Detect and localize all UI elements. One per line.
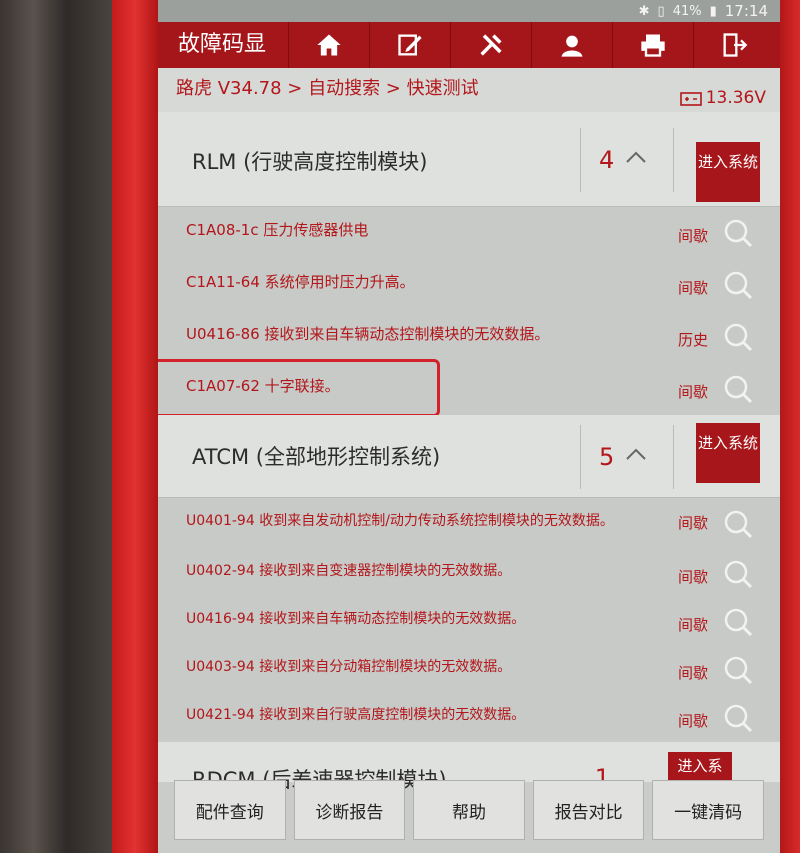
dtc-status: 间歇: [677, 227, 708, 245]
search-icon[interactable]: [722, 558, 754, 590]
vibrate-icon: ▯: [657, 3, 665, 19]
exit-button[interactable]: [693, 22, 774, 68]
section-name: ATCM (全部地形控制系统): [192, 445, 441, 469]
support-button[interactable]: [531, 22, 612, 68]
chevron-up-icon: [626, 448, 646, 460]
search-icon[interactable]: [722, 508, 754, 540]
home-button[interactable]: [288, 22, 369, 68]
search-icon[interactable]: [722, 269, 754, 301]
clear-codes-button[interactable]: 一键清码: [652, 780, 764, 840]
dtc-text: U0416-86 接收到来自车辆动态控制模块的无效数据。: [186, 325, 550, 343]
tools-icon: [480, 34, 502, 56]
dtc-text: U0402-94 接收到来自变速器控制模块的无效数据。: [186, 563, 512, 579]
voltage-value: 13.36V: [705, 88, 766, 108]
battery-icon: ▮: [709, 3, 717, 19]
battery-percent: 41%: [672, 3, 702, 19]
section-count-toggle[interactable]: 5: [580, 425, 674, 489]
search-icon[interactable]: [722, 373, 754, 405]
dtc-row[interactable]: U0402-94 接收到来自变速器控制模块的无效数据。 间歇: [158, 548, 780, 596]
dtc-row[interactable]: U0416-94 接收到来自车辆动态控制模块的无效数据。 间歇: [158, 596, 780, 644]
dtc-text: U0403-94 接收到来自分动箱控制模块的无效数据。: [186, 659, 512, 675]
home-icon: [317, 34, 341, 56]
dtc-row[interactable]: C1A11-64 系统停用时压力升高。 间歇: [158, 259, 780, 311]
dtc-row[interactable]: C1A08-1c 压力传感器供电 间歇: [158, 207, 780, 259]
top-toolbar: 故障码显: [158, 22, 780, 68]
section-count: 4: [599, 146, 615, 174]
dtc-status: 间歇: [677, 616, 708, 634]
section-header-rlm[interactable]: RLM (行驶高度控制模块) 4 进入系统: [158, 112, 780, 207]
dtc-row[interactable]: C1A07-62 十字联接。 间歇: [158, 359, 780, 417]
breadcrumb: 路虎 V34.78 > 自动搜索 > 快速测试 13.36V: [158, 68, 780, 112]
dtc-row[interactable]: U0401-94 收到来自发动机控制/动力传动系统控制模块的无效数据。 间歇: [158, 498, 780, 548]
section-count-toggle[interactable]: 4: [580, 128, 674, 192]
dtc-text: C1A11-64 系统停用时压力升高。: [186, 273, 415, 291]
device-bezel-left: [0, 0, 112, 853]
edit-button[interactable]: [369, 22, 450, 68]
clock: 17:14: [724, 2, 768, 20]
enter-system-button[interactable]: 进入系: [668, 752, 732, 782]
dtc-row[interactable]: U0416-86 接收到来自车辆动态控制模块的无效数据。 历史: [158, 311, 780, 363]
dtc-status: 间歇: [677, 568, 708, 586]
voltage-readout: 13.36V: [679, 88, 766, 108]
dtc-status: 间歇: [677, 514, 708, 532]
page-title: 故障码显: [178, 32, 267, 57]
section-count: 5: [599, 443, 615, 471]
enter-system-button[interactable]: 进入系统: [696, 142, 760, 202]
battery-voltage-icon: [679, 92, 702, 106]
dtc-status: 间歇: [677, 279, 708, 297]
search-icon[interactable]: [722, 217, 754, 249]
search-icon[interactable]: [722, 654, 754, 686]
chevron-up-icon: [626, 151, 646, 163]
breadcrumb-path: 路虎 V34.78 > 自动搜索 > 快速测试: [176, 78, 479, 99]
screen: ✱ ▯ 41% ▮ 17:14 故障码显 路虎 V34.78 > 自动搜索 > …: [158, 0, 780, 853]
section-name: RLM (行驶高度控制模块): [192, 150, 428, 174]
dtc-status: 历史: [677, 331, 708, 349]
dtc-status: 间歇: [677, 383, 708, 401]
status-bar: ✱ ▯ 41% ▮ 17:14: [158, 0, 780, 22]
print-icon: [641, 34, 665, 57]
dtc-text: U0416-94 接收到来自车辆动态控制模块的无效数据。: [186, 611, 526, 627]
section-header-rdcm[interactable]: RDCM (后差速器控制模块) 1 进入系: [158, 742, 780, 792]
parts-query-button[interactable]: 配件查询: [174, 780, 286, 840]
exit-icon: [723, 33, 748, 57]
dtc-status: 间歇: [677, 664, 708, 682]
diagnostic-report-button[interactable]: 诊断报告: [293, 780, 406, 840]
dtc-text: U0421-94 接收到来自行驶高度控制模块的无效数据。: [186, 707, 526, 723]
search-icon[interactable]: [722, 702, 754, 734]
help-button[interactable]: 帮助: [413, 780, 525, 840]
dtc-status: 间歇: [677, 712, 708, 730]
enter-system-button[interactable]: 进入系统: [696, 423, 760, 483]
dtc-list[interactable]: RLM (行驶高度控制模块) 4 进入系统 C1A08-1c 压力传感器供电 间…: [158, 112, 780, 740]
edit-icon: [398, 34, 422, 56]
device-case-right: [780, 0, 800, 853]
report-compare-button[interactable]: 报告对比: [532, 780, 645, 840]
device-case-left: [112, 0, 158, 853]
search-icon[interactable]: [722, 606, 754, 638]
dtc-row[interactable]: U0403-94 接收到来自分动箱控制模块的无效数据。 间歇: [158, 644, 780, 692]
dtc-text: C1A08-1c 压力传感器供电: [186, 221, 369, 239]
dtc-row[interactable]: U0421-94 接收到来自行驶高度控制模块的无效数据。 间歇: [158, 692, 780, 740]
support-icon: [561, 35, 583, 57]
bottom-toolbar: 配件查询 诊断报告 帮助 报告对比 一键清码: [174, 780, 764, 840]
section-header-atcm[interactable]: ATCM (全部地形控制系统) 5 进入系统: [158, 415, 780, 498]
dtc-text: C1A07-62 十字联接。: [186, 377, 340, 395]
tools-button[interactable]: [450, 22, 531, 68]
dtc-text: U0401-94 收到来自发动机控制/动力传动系统控制模块的无效数据。: [186, 513, 614, 529]
print-button[interactable]: [612, 22, 693, 68]
search-icon[interactable]: [722, 321, 754, 353]
bluetooth-icon: ✱: [638, 3, 650, 19]
